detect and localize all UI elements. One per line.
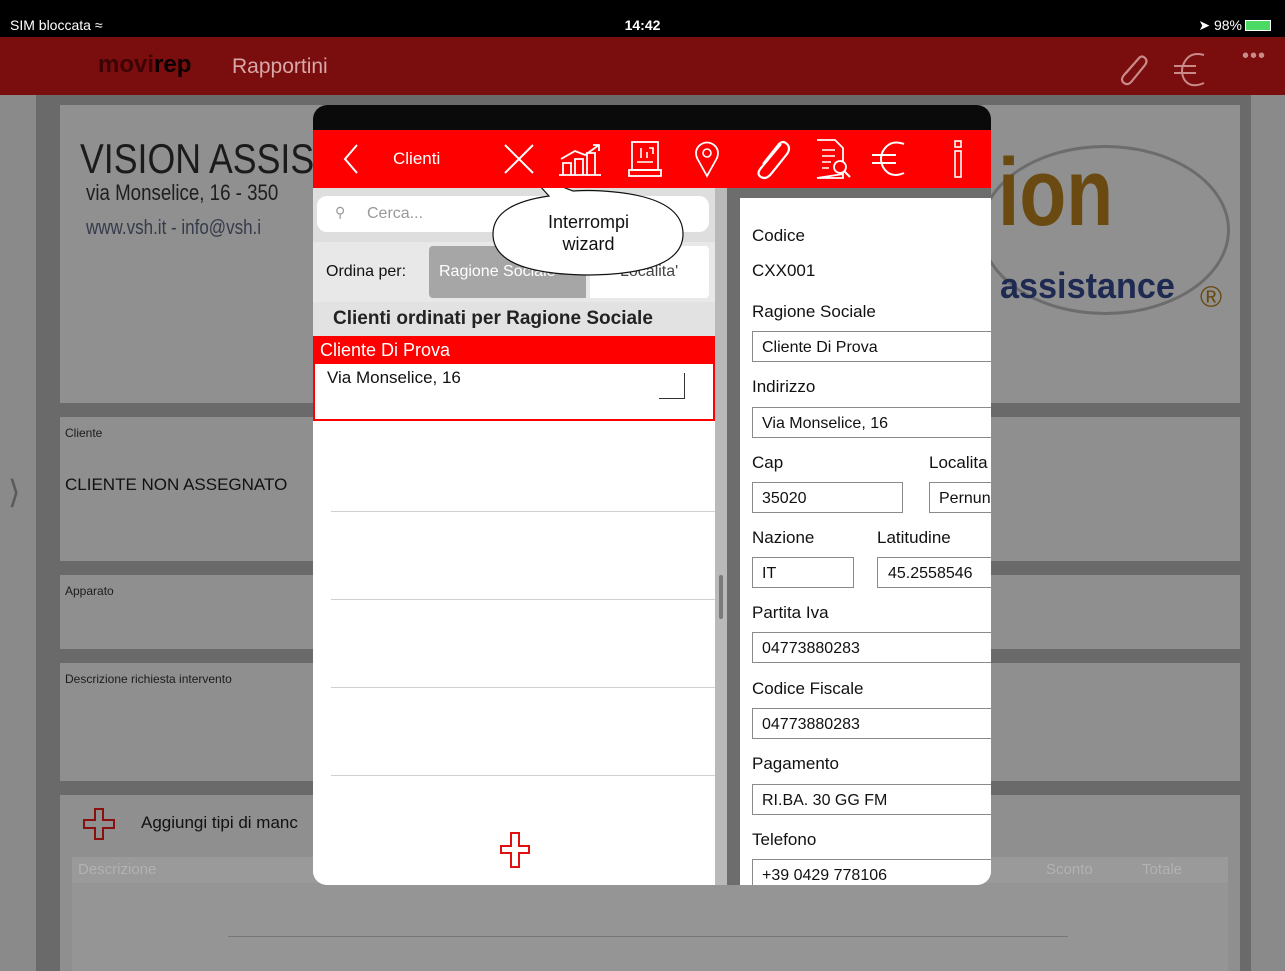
checkbox-icon[interactable] bbox=[659, 373, 685, 399]
chart-icon[interactable] bbox=[556, 130, 604, 188]
euro-icon[interactable] bbox=[865, 130, 915, 188]
nazione-field[interactable]: IT bbox=[752, 557, 854, 588]
location-arrow-icon: ➤ bbox=[1198, 17, 1211, 33]
cliente-value: CLIENTE NON ASSEGNATO bbox=[65, 475, 288, 494]
cf-field[interactable]: 04773880283 bbox=[752, 708, 991, 739]
client-address: Via Monselice, 16 bbox=[327, 368, 461, 387]
battery-percent: 98% bbox=[1213, 17, 1242, 33]
piva-field[interactable]: 04773880283 bbox=[752, 632, 991, 663]
localita-label: Localita bbox=[929, 453, 988, 472]
app-header: movirep Rapportini ••• bbox=[0, 37, 1285, 95]
piva-label: Partita Iva bbox=[752, 603, 829, 622]
brand-part2: rep bbox=[154, 51, 192, 78]
info-icon[interactable] bbox=[943, 130, 973, 188]
back-button-label[interactable]: Clienti bbox=[393, 130, 468, 188]
latitudine-label: Latitudine bbox=[877, 528, 951, 547]
col-sconto: Sconto bbox=[1046, 861, 1093, 878]
cap-field[interactable]: 35020 bbox=[752, 482, 903, 513]
indirizzo-label: Indirizzo bbox=[752, 377, 816, 396]
descrizione-label: Descrizione richiesta intervento bbox=[65, 672, 232, 686]
clock: 14:42 bbox=[624, 17, 661, 33]
list-section-header: Clienti ordinati per Ragione Sociale bbox=[313, 302, 715, 336]
client-name-band: Cliente Di Prova bbox=[313, 336, 715, 364]
col-totale: Totale bbox=[1142, 861, 1183, 878]
section-title: Rapportini bbox=[232, 55, 328, 78]
modal-top-strip bbox=[313, 105, 991, 130]
pagamento-label: Pagamento bbox=[752, 754, 839, 773]
add-client-icon[interactable] bbox=[499, 831, 531, 874]
localita-field[interactable]: Pernun bbox=[929, 482, 991, 513]
cliente-label: Cliente bbox=[65, 426, 103, 440]
registered-mark: ® bbox=[1200, 281, 1223, 314]
pane-divider[interactable] bbox=[715, 188, 727, 885]
location-pin-icon[interactable] bbox=[689, 130, 725, 188]
callout-line-2: wizard bbox=[562, 233, 615, 254]
left-expand-chevron-icon[interactable]: ⟩ bbox=[8, 473, 20, 511]
company-address: via Monselice, 16 - 350 bbox=[86, 180, 279, 205]
ragione-label: Ragione Sociale bbox=[752, 302, 876, 321]
attachment-icon[interactable] bbox=[1112, 49, 1152, 97]
wizard-toolbar: Clienti bbox=[313, 130, 991, 188]
battery-icon bbox=[1245, 20, 1271, 31]
search-icon: ⚲ bbox=[335, 204, 346, 220]
company-web: www.vsh.it - info@vsh.i bbox=[86, 217, 262, 239]
tooltip-callout: Interrompi wizard bbox=[491, 188, 686, 278]
callout-line-1: Interrompi bbox=[547, 212, 630, 232]
search-placeholder: Cerca... bbox=[367, 205, 424, 222]
cap-label: Cap bbox=[752, 453, 784, 472]
codice-value: CXX001 bbox=[752, 261, 816, 280]
divider-handle[interactable] bbox=[719, 575, 723, 619]
client-detail-box: Via Monselice, 16 bbox=[313, 364, 715, 421]
document-search-icon[interactable] bbox=[809, 130, 857, 188]
register-icon[interactable] bbox=[625, 130, 665, 188]
indirizzo-field[interactable]: Via Monselice, 16 bbox=[752, 407, 991, 438]
close-x-icon[interactable] bbox=[499, 130, 539, 188]
client-detail-pane: Codice CXX001 Ragione Sociale Cliente Di… bbox=[727, 188, 991, 885]
cf-label: Codice Fiscale bbox=[752, 679, 864, 698]
table-divider bbox=[228, 936, 1068, 937]
company-name: VISION ASSIST bbox=[80, 135, 336, 182]
client-detail-form: Codice CXX001 Ragione Sociale Cliente Di… bbox=[740, 198, 991, 885]
table-body bbox=[72, 883, 1228, 971]
battery-indicator: ➤ 98% bbox=[1198, 17, 1271, 34]
add-mancanza-icon[interactable] bbox=[82, 807, 116, 846]
status-bar: SIM bloccata ≈ 14:42 ➤ 98% bbox=[0, 0, 1285, 37]
client-list-pane: ⚲ Cerca... Ordina per: Ragione Sociale L… bbox=[313, 188, 715, 885]
nazione-label: Nazione bbox=[752, 528, 815, 547]
pagamento-field[interactable]: RI.BA. 30 GG FM bbox=[752, 784, 991, 815]
paperclip-icon[interactable] bbox=[747, 130, 795, 188]
sort-label: Ordina per: bbox=[326, 263, 407, 280]
add-mancanza-label[interactable]: Aggiungi tipi di manc bbox=[141, 813, 298, 833]
client-name: Cliente Di Prova bbox=[320, 340, 451, 360]
col-descrizione: Descrizione bbox=[78, 861, 157, 878]
brand-part1: movi bbox=[98, 51, 155, 78]
telefono-field[interactable]: +39 0429 778106 bbox=[752, 859, 991, 885]
client-list-item[interactable]: Cliente Di Prova Via Monselice, 16 bbox=[313, 336, 715, 421]
euro-header-icon[interactable] bbox=[1170, 49, 1214, 97]
codice-label: Codice bbox=[752, 226, 805, 245]
apparato-label: Apparato bbox=[65, 584, 114, 598]
latitudine-field[interactable]: 45.2558546 bbox=[877, 557, 991, 588]
back-chevron-icon[interactable] bbox=[331, 130, 371, 188]
more-options-icon[interactable]: ••• bbox=[1242, 45, 1266, 68]
logo-subtitle: assistance bbox=[1000, 265, 1175, 306]
app-logo: movirep bbox=[98, 51, 191, 79]
telefono-label: Telefono bbox=[752, 830, 817, 849]
list-separator bbox=[331, 599, 715, 600]
list-separator bbox=[331, 775, 715, 776]
list-separator bbox=[331, 511, 715, 512]
callout-text: Interrompi wizard bbox=[491, 212, 686, 255]
list-section-title: Clienti ordinati per Ragione Sociale bbox=[333, 308, 653, 329]
ragione-field[interactable]: Cliente Di Prova bbox=[752, 331, 991, 362]
logo-word: ion bbox=[998, 139, 1114, 246]
list-separator bbox=[331, 687, 715, 688]
